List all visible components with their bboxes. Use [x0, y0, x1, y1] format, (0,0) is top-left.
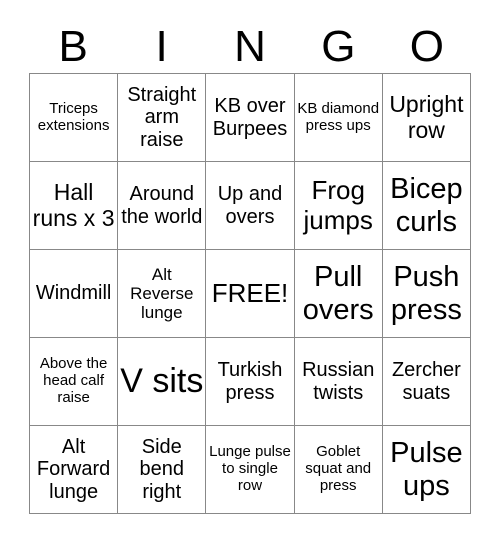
- bingo-cell-o4[interactable]: Zercher suats: [382, 338, 471, 426]
- bingo-cell-label: Around the world: [121, 183, 203, 228]
- bingo-cell-label: Hall runs x 3: [32, 178, 115, 231]
- bingo-cell-label: Triceps extensions: [37, 99, 110, 134]
- bingo-cell-label: Alt Forward lunge: [36, 435, 111, 503]
- bingo-cell-b1[interactable]: Triceps extensions: [30, 74, 119, 162]
- bingo-cell-label: Side bend right: [139, 435, 185, 503]
- bingo-cell-n2[interactable]: Up and overs: [206, 162, 295, 250]
- header-letter-i: I: [155, 21, 168, 71]
- bingo-cell-g5[interactable]: Goblet squat and press: [294, 426, 383, 514]
- bingo-cell-g3[interactable]: Pull overs: [294, 250, 383, 338]
- bingo-cell-i1[interactable]: Straight arm raise: [118, 74, 207, 162]
- bingo-cell-label: Up and overs: [217, 183, 283, 228]
- bingo-cell-o5[interactable]: Pulse ups: [382, 426, 471, 514]
- bingo-grid: Triceps extensions Straight arm raise KB…: [29, 73, 471, 514]
- bingo-cell-label: Above the head calf raise: [39, 355, 108, 406]
- bingo-cell-i3[interactable]: Alt Reverse lunge: [118, 250, 207, 338]
- bingo-cell-g4[interactable]: Russian twists: [294, 338, 383, 426]
- bingo-cell-g2[interactable]: Frog jumps: [294, 162, 383, 250]
- bingo-header: B I N G O: [29, 20, 471, 73]
- bingo-cell-i5[interactable]: Side bend right: [118, 426, 207, 514]
- header-letter-n: N: [234, 21, 266, 71]
- bingo-cell-n4[interactable]: Turkish press: [206, 338, 295, 426]
- bingo-cell-label: KB diamond press ups: [297, 99, 380, 134]
- free-space-label: FREE!: [211, 277, 289, 308]
- bingo-cell-label: Goblet squat and press: [305, 443, 372, 494]
- bingo-cell-b2[interactable]: Hall runs x 3: [30, 162, 119, 250]
- bingo-cell-o1[interactable]: Upright row: [382, 74, 471, 162]
- bingo-cell-label: Pull overs: [302, 261, 374, 326]
- bingo-cell-b4[interactable]: Above the head calf raise: [30, 338, 119, 426]
- header-letter-b: B: [58, 21, 88, 71]
- header-letter-g: G: [321, 21, 356, 71]
- bingo-cell-label: Windmill: [35, 282, 112, 305]
- bingo-cell-b5[interactable]: Alt Forward lunge: [30, 426, 119, 514]
- bingo-cell-b3[interactable]: Windmill: [30, 250, 119, 338]
- bingo-cell-label: Push press: [390, 261, 462, 326]
- bingo-cell-free-space[interactable]: FREE!: [206, 250, 295, 338]
- bingo-cell-i4[interactable]: V sits: [118, 338, 207, 426]
- bingo-cell-label: Upright row: [389, 90, 464, 143]
- bingo-cell-label: Zercher suats: [391, 359, 461, 404]
- bingo-card: B I N G O Triceps extensions Straight ar…: [0, 0, 500, 544]
- bingo-cell-label: KB over Burpees: [212, 95, 288, 140]
- bingo-cell-label: Pulse ups: [390, 437, 463, 502]
- bingo-cell-label: Russian twists: [302, 359, 375, 404]
- header-letter-o: O: [409, 21, 444, 71]
- bingo-cell-label: V sits: [120, 362, 204, 401]
- bingo-cell-n5[interactable]: Lunge pulse to single row: [206, 426, 295, 514]
- bingo-cell-label: Straight arm raise: [127, 83, 197, 151]
- bingo-cell-o3[interactable]: Push press: [382, 250, 471, 338]
- bingo-cell-n1[interactable]: KB over Burpees: [206, 74, 295, 162]
- bingo-cell-label: Lunge pulse to single row: [209, 443, 291, 494]
- bingo-cell-label: Bicep curls: [390, 173, 463, 238]
- bingo-cell-i2[interactable]: Around the world: [118, 162, 207, 250]
- bingo-cell-label: Turkish press: [217, 359, 283, 404]
- bingo-cell-label: Frog jumps: [303, 175, 373, 235]
- bingo-cell-label: Alt Reverse lunge: [130, 264, 194, 323]
- bingo-cell-o2[interactable]: Bicep curls: [382, 162, 471, 250]
- bingo-cell-g1[interactable]: KB diamond press ups: [294, 74, 383, 162]
